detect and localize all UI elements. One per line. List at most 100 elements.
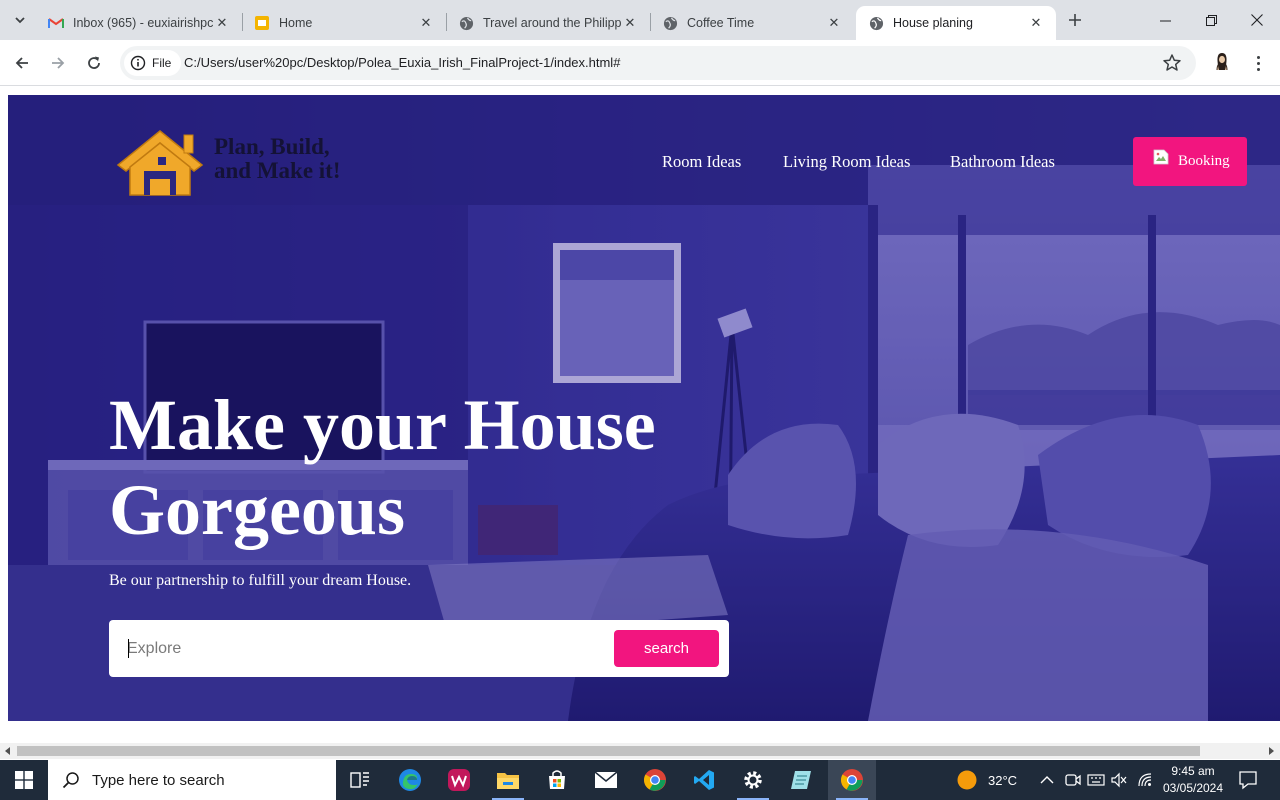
keyboard-icon (1087, 774, 1105, 786)
scrollbar-thumb[interactable] (17, 746, 1200, 756)
windows-taskbar: Type here to search 32°C 9:45 am 03/05/2… (0, 760, 1280, 800)
tab-house-planing[interactable]: House planing ✕ (856, 6, 1056, 40)
clock-time: 9:45 am (1171, 764, 1215, 778)
nav-living-room-ideas[interactable]: Living Room Ideas (783, 152, 910, 172)
site-chip-label: File (152, 56, 172, 70)
mail-icon (594, 771, 618, 788)
slides-icon (254, 15, 270, 31)
wps-icon (448, 769, 470, 791)
info-icon (130, 55, 146, 71)
vscode-button[interactable] (680, 760, 728, 800)
sun-icon (957, 770, 977, 790)
nav-bathroom-ideas[interactable]: Bathroom Ideas (950, 152, 1055, 172)
text-caret (128, 639, 129, 658)
gmail-icon (48, 15, 64, 31)
brand-line-1: Plan, Build, (214, 134, 330, 159)
camera-icon (1065, 774, 1081, 786)
close-icon (1251, 14, 1263, 26)
hero-section: Plan, Build, and Make it! Room Ideas Liv… (8, 95, 1280, 721)
weather-widget[interactable]: 32°C (956, 760, 1017, 800)
forward-button[interactable] (45, 50, 71, 76)
volume-muted-icon (1111, 772, 1127, 788)
edge-button[interactable] (386, 760, 434, 800)
address-bar[interactable]: File C:/Users/user%20pc/Desktop/Polea_Eu… (120, 46, 1196, 80)
site-info-chip[interactable]: File (124, 50, 182, 76)
reload-icon (88, 56, 100, 69)
tab-strip: Inbox (965) - euxiairishpc ✕ Home ✕ Trav… (0, 0, 1280, 40)
headline-line-2: Gorgeous (109, 470, 405, 550)
chrome-button[interactable] (631, 760, 679, 800)
start-button[interactable] (0, 760, 48, 800)
wifi-icon (1138, 773, 1152, 787)
horizontal-scrollbar[interactable] (0, 743, 1280, 759)
browser-menu-button[interactable] (1248, 52, 1268, 74)
tab-home[interactable]: Home ✕ (242, 6, 446, 40)
tab-title: House planing (893, 16, 973, 30)
file-explorer-button[interactable] (484, 760, 532, 800)
arrow-right-icon (52, 57, 65, 69)
tray-volume[interactable] (1110, 760, 1128, 800)
reload-button[interactable] (81, 50, 107, 76)
bookmark-star-icon[interactable] (1161, 52, 1183, 74)
tray-network[interactable] (1137, 760, 1153, 800)
brand-line-2: and Make it! (214, 158, 341, 183)
mail-button[interactable] (582, 760, 630, 800)
gear-icon (744, 771, 762, 789)
store-button[interactable] (533, 760, 581, 800)
wps-button[interactable] (435, 760, 483, 800)
close-tab-icon[interactable]: ✕ (622, 15, 638, 31)
tray-meet[interactable] (1064, 760, 1082, 800)
chrome-active-button[interactable] (828, 760, 876, 800)
explore-search-box: search (109, 620, 729, 677)
chrome-icon (841, 769, 863, 791)
nav-room-ideas[interactable]: Room Ideas (662, 152, 741, 172)
booking-button[interactable]: Booking (1133, 137, 1247, 186)
tray-ime[interactable] (1087, 760, 1105, 800)
tab-search-button[interactable] (8, 8, 32, 32)
tab-inbox[interactable]: Inbox (965) - euxiairishpc ✕ (36, 6, 242, 40)
minimize-button[interactable] (1142, 0, 1188, 40)
tab-title: Travel around the Philippines (483, 16, 622, 30)
notification-icon (1239, 771, 1257, 790)
close-tab-icon[interactable]: ✕ (214, 15, 230, 31)
tray-overflow[interactable] (1040, 760, 1054, 800)
close-window-button[interactable] (1234, 0, 1280, 40)
browser-toolbar: File C:/Users/user%20pc/Desktop/Polea_Eu… (0, 40, 1280, 86)
notepad-icon (791, 771, 811, 789)
tab-title: Inbox (965) - euxiairishpc (73, 16, 214, 30)
taskbar-search-placeholder: Type here to search (92, 771, 225, 789)
restore-icon (1205, 14, 1217, 26)
close-tab-icon[interactable]: ✕ (826, 15, 842, 31)
edge-icon (399, 769, 421, 791)
notification-center-button[interactable] (1238, 760, 1258, 800)
chevron-down-icon (15, 17, 25, 24)
house-logo-icon[interactable] (114, 127, 214, 199)
tab-coffee[interactable]: Coffee Time ✕ (650, 6, 854, 40)
taskbar-clock[interactable]: 9:45 am 03/05/2024 (1158, 763, 1228, 797)
close-tab-icon[interactable]: ✕ (418, 15, 434, 31)
taskbar-search-box[interactable]: Type here to search (48, 760, 336, 800)
task-view-icon (350, 772, 369, 788)
task-view-button[interactable] (336, 760, 384, 800)
tab-title: Coffee Time (687, 16, 755, 30)
close-tab-icon[interactable]: ✕ (1028, 15, 1044, 31)
restore-button[interactable] (1188, 0, 1234, 40)
brand-text: Plan, Build, and Make it! (214, 135, 341, 183)
profile-avatar-icon[interactable] (1210, 50, 1234, 74)
notepad-button[interactable] (778, 760, 826, 800)
back-button[interactable] (9, 50, 35, 76)
search-button[interactable]: search (614, 630, 719, 667)
explore-input[interactable] (127, 634, 597, 664)
scroll-right-arrow-icon[interactable] (1269, 747, 1274, 755)
settings-button[interactable] (729, 760, 777, 800)
scroll-left-arrow-icon[interactable] (5, 747, 10, 755)
clock-date: 03/05/2024 (1162, 781, 1224, 795)
chevron-up-icon (1040, 776, 1054, 784)
weather-temp: 32°C (988, 772, 1018, 788)
new-tab-button[interactable] (1064, 9, 1086, 31)
booking-label: Booking (1178, 153, 1230, 169)
plus-icon (1069, 14, 1081, 26)
tab-travel[interactable]: Travel around the Philippines ✕ (446, 6, 650, 40)
tab-title: Home (279, 16, 313, 30)
url-text: C:/Users/user%20pc/Desktop/Polea_Euxia_I… (184, 55, 621, 70)
